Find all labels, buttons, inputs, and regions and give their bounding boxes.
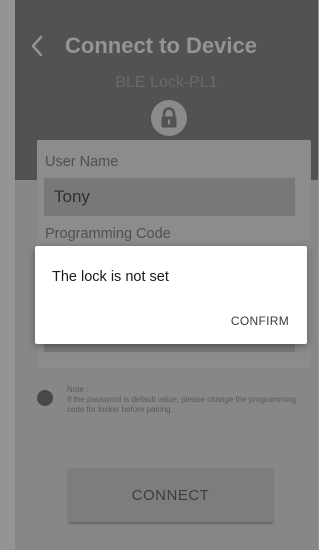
confirm-button[interactable]: CONFIRM — [227, 312, 293, 330]
dialog-message: The lock is not set — [52, 269, 169, 285]
alert-dialog: The lock is not set CONFIRM — [35, 246, 307, 344]
